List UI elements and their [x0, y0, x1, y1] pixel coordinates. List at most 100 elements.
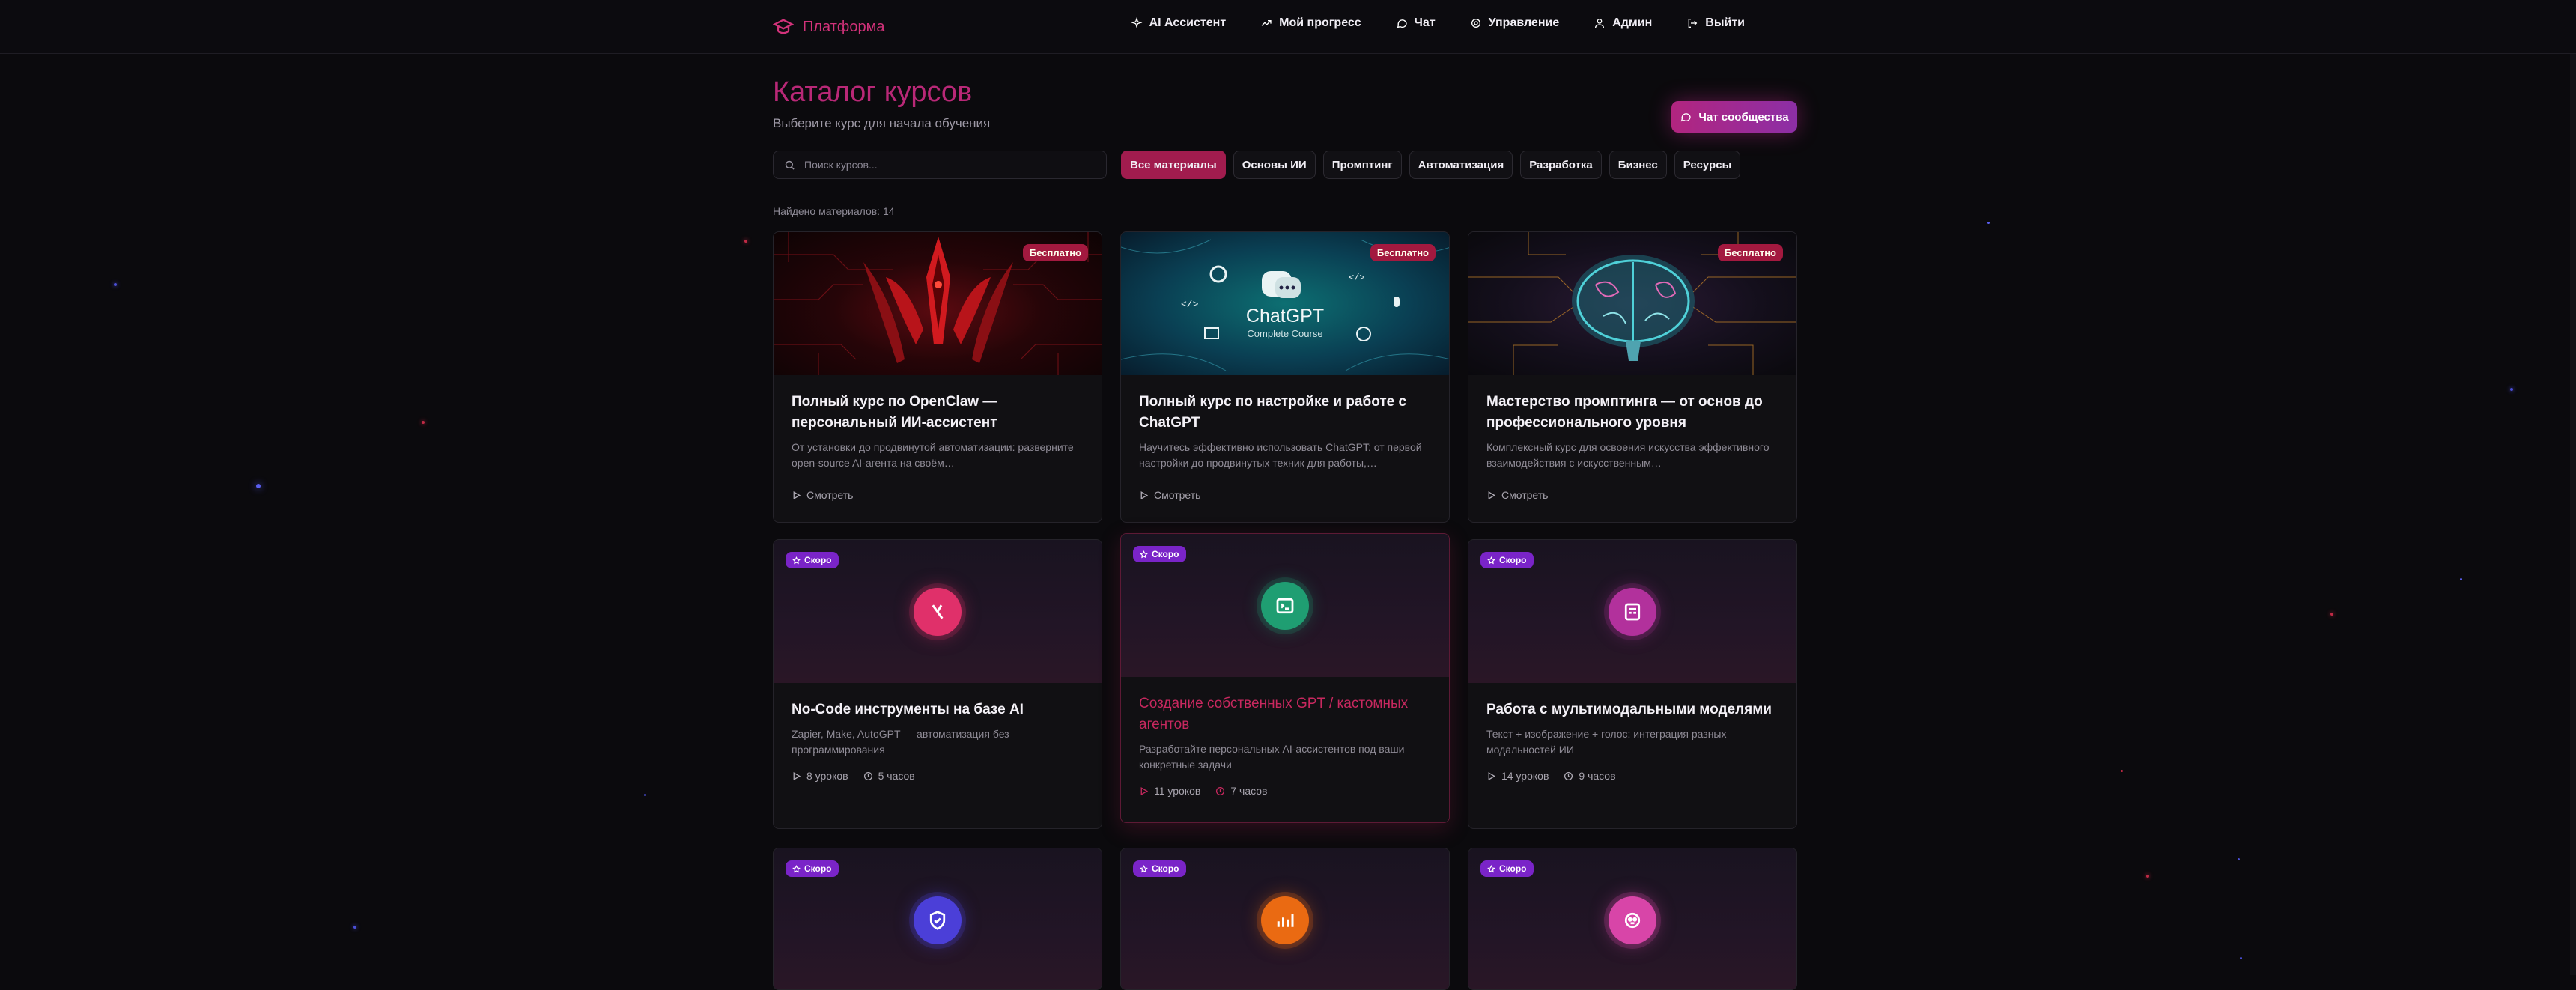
- course-card-chatgpt[interactable]: </> </> ChatGPT Complete Course Бесплатн…: [1120, 231, 1450, 523]
- sparkles-icon: [1131, 17, 1143, 28]
- nav-item-logout[interactable]: Выйти: [1686, 16, 1745, 30]
- course-thumbnail: </> </> ChatGPT Complete Course Бесплатн…: [1121, 232, 1449, 375]
- course-thumbnail: Скоро: [774, 848, 1102, 989]
- play-icon: [793, 491, 801, 499]
- badge-label: Скоро: [804, 863, 832, 874]
- duration-label: 5 часов: [878, 770, 915, 782]
- nav-menu: AI Ассистент Мой прогресс Чат Управление…: [1131, 16, 1745, 30]
- duration: 9 часов: [1564, 770, 1616, 782]
- robot-icon: [1609, 896, 1656, 944]
- shield-icon: [914, 896, 962, 944]
- course-thumbnail: Скоро: [1468, 848, 1796, 989]
- chat-bubble-icon: [1397, 19, 1407, 28]
- results-count: Найдено материалов: 14: [773, 205, 895, 217]
- course-description: Разработайте персональных AI-ассистентов…: [1139, 743, 1405, 771]
- graduation-cap-icon: [773, 19, 794, 34]
- filter-automation[interactable]: Автоматизация: [1409, 151, 1513, 179]
- star-icon: [1140, 864, 1148, 872]
- course-card-robotics[interactable]: Скоро: [1468, 848, 1797, 990]
- category-filters: Все материалы Основы ИИ Промптинг Автома…: [1121, 151, 1741, 179]
- filter-development[interactable]: Разработка: [1520, 151, 1602, 179]
- play-icon: [1140, 786, 1149, 795]
- filter-all[interactable]: Все материалы: [1121, 151, 1226, 179]
- course-description: От установки до продвинутой автоматизаци…: [792, 441, 1074, 469]
- star-icon: [1487, 864, 1495, 872]
- media-icon: [1609, 587, 1656, 636]
- duration-label: 9 часов: [1579, 770, 1616, 782]
- search-input[interactable]: [803, 158, 1090, 171]
- play-icon: [1488, 771, 1496, 780]
- community-chat-button[interactable]: Чат сообщества: [1671, 101, 1797, 133]
- course-thumbnail: Скоро: [1121, 848, 1449, 989]
- course-card-prompting[interactable]: Бесплатно Мастерство промптинга — от осн…: [1468, 231, 1797, 523]
- page-subtitle: Выберите курс для начала обучения: [773, 116, 991, 130]
- svg-text:</>: </>: [1349, 273, 1365, 283]
- filter-business[interactable]: Бизнес: [1609, 151, 1667, 179]
- course-title: Полный курс по OpenClaw — персональный И…: [792, 394, 997, 431]
- course-description: Комплексный курс для освоения искусства …: [1486, 441, 1770, 469]
- search-icon: [785, 160, 795, 170]
- brand-name: Платформа: [803, 18, 885, 35]
- filter-prompting[interactable]: Промптинг: [1322, 151, 1402, 179]
- course-title: Работа с мультимодальными моделями: [1486, 702, 1772, 717]
- course-description: Научитесь эффективно использовать ChatGP…: [1139, 441, 1422, 469]
- coming-soon-badge: Скоро: [786, 552, 839, 568]
- filter-ai-basics[interactable]: Основы ИИ: [1233, 151, 1316, 179]
- watch-link[interactable]: Смотреть: [1486, 489, 1548, 501]
- nav-item-progress[interactable]: Мой прогресс: [1260, 16, 1361, 30]
- duration: 5 часов: [863, 770, 915, 782]
- watch-link[interactable]: Смотреть: [792, 489, 853, 501]
- nav-item-ai-assistant[interactable]: AI Ассистент: [1131, 16, 1227, 30]
- nav-item-management[interactable]: Управление: [1470, 16, 1559, 30]
- nav-item-label: AI Ассистент: [1149, 16, 1227, 29]
- course-title: No-Code инструменты на базе AI: [792, 702, 1024, 717]
- terminal-icon: [1261, 581, 1309, 630]
- bar-chart-icon: [1261, 896, 1309, 944]
- chat-bubble-icon: [1681, 113, 1692, 122]
- course-card-security[interactable]: Скоро: [773, 848, 1102, 990]
- trending-up-icon: [1261, 20, 1272, 26]
- clock-icon: [1216, 786, 1225, 795]
- nav-item-label: Админ: [1612, 16, 1653, 29]
- coming-soon-badge: Скоро: [786, 860, 839, 877]
- duration-label: 7 часов: [1230, 785, 1268, 797]
- nav-item-label: Выйти: [1705, 16, 1745, 29]
- brand-logo[interactable]: Платформа: [773, 16, 884, 37]
- course-card-openclaw[interactable]: Бесплатно Полный курс по OpenClaw — перс…: [773, 231, 1102, 523]
- gear-icon: [1471, 19, 1480, 28]
- star-icon: [792, 864, 801, 872]
- free-badge: Бесплатно: [1022, 244, 1088, 261]
- watch-link[interactable]: Смотреть: [1139, 489, 1200, 501]
- search-box: [773, 151, 1107, 179]
- course-card-multimodal[interactable]: Скоро Работа с мультимодальными моделями…: [1468, 539, 1797, 829]
- page-title: Каталог курсов: [773, 76, 973, 108]
- coming-soon-badge: Скоро: [1133, 860, 1186, 877]
- star-icon: [1487, 556, 1495, 564]
- top-navbar: Платформа AI Ассистент Мой прогресс Чат …: [0, 0, 2576, 54]
- course-card-nocode[interactable]: Скоро No-Code инструменты на базе AI Zap…: [773, 539, 1102, 829]
- play-icon: [793, 771, 801, 780]
- nav-item-label: Мой прогресс: [1279, 16, 1361, 29]
- lessons-label: 11 уроков: [1154, 785, 1201, 797]
- thumbnail-subtitle: Complete Course: [1247, 328, 1323, 339]
- lessons-label: 14 уроков: [1501, 770, 1549, 782]
- logout-icon: [1688, 19, 1698, 28]
- clock-icon: [1564, 771, 1573, 780]
- play-icon: [1140, 491, 1149, 499]
- badge-label: Скоро: [1499, 555, 1527, 565]
- nav-item-admin[interactable]: Админ: [1594, 16, 1652, 30]
- watch-label: Смотреть: [1501, 489, 1549, 501]
- course-title: Создание собственных GPT / кастомных аге…: [1139, 696, 1409, 732]
- coming-soon-badge: Скоро: [1480, 552, 1534, 568]
- lessons-label: 8 уроков: [806, 770, 848, 782]
- filter-resources[interactable]: Ресурсы: [1674, 151, 1741, 179]
- badge-label: Скоро: [1152, 863, 1179, 874]
- course-card-analytics[interactable]: Скоро: [1120, 848, 1450, 990]
- coming-soon-badge: Скоро: [1133, 546, 1186, 562]
- watch-label: Смотреть: [1154, 489, 1201, 501]
- duration: 7 часов: [1215, 785, 1267, 797]
- course-card-custom-gpt[interactable]: Скоро Создание собственных GPT / кастомн…: [1120, 533, 1450, 823]
- course-title: Мастерство промптинга — от основ до проф…: [1486, 394, 1763, 431]
- nav-item-chat[interactable]: Чат: [1396, 16, 1436, 30]
- coming-soon-badge: Скоро: [1480, 860, 1534, 877]
